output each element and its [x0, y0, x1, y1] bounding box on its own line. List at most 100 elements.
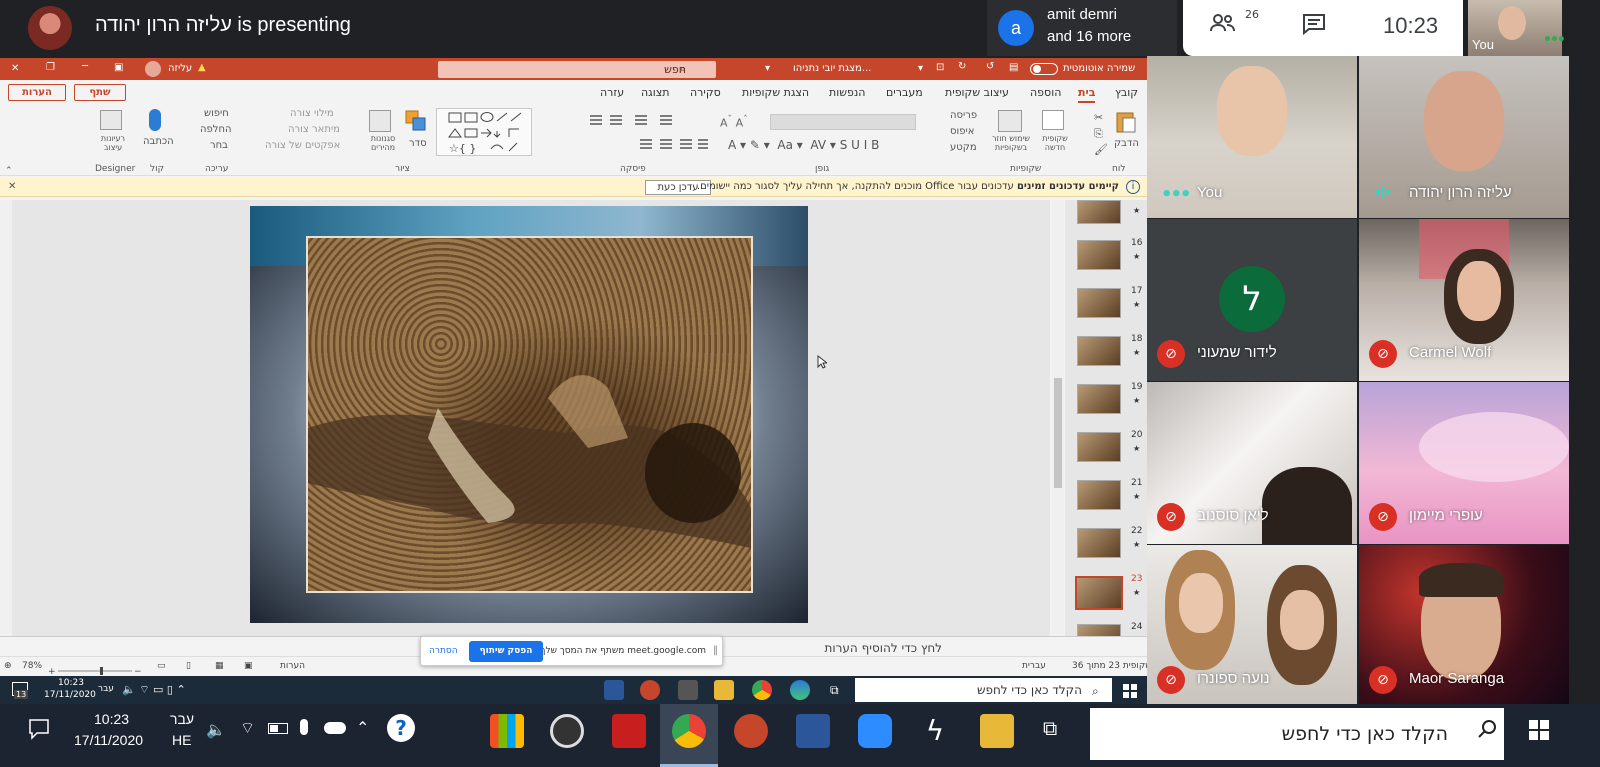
inner-word-icon[interactable]: [604, 680, 624, 700]
word-icon[interactable]: [796, 714, 830, 748]
onedrive-icon[interactable]: [324, 722, 346, 734]
notice-close-icon[interactable]: ✕: [8, 181, 16, 192]
tab-review[interactable]: סקירה: [690, 86, 721, 99]
quick-styles-icon[interactable]: [369, 110, 391, 132]
ppt-search-input[interactable]: חפש: [438, 61, 716, 78]
video-tile[interactable]: ⊘ ליאן סוסנוב: [1147, 382, 1357, 544]
action-center-icon[interactable]: [28, 718, 50, 740]
tab-design[interactable]: עיצוב שקופית: [945, 86, 1009, 99]
windows-start-icon[interactable]: [1529, 720, 1549, 740]
tab-view[interactable]: תצוגה: [641, 86, 669, 99]
current-slide[interactable]: [250, 206, 808, 623]
video-tile[interactable]: ⊘ עופרי מיימון: [1359, 382, 1569, 544]
replace-button[interactable]: החלפה: [200, 124, 232, 135]
clock-date[interactable]: 17/11/2020: [74, 732, 143, 748]
show-hidden-icons-icon[interactable]: ⌃: [356, 718, 369, 738]
slide-thumbnail[interactable]: [1077, 384, 1121, 414]
tab-help[interactable]: עזרה: [600, 86, 624, 99]
right-scrollbar[interactable]: [1052, 200, 1064, 638]
chat-icon[interactable]: [1301, 12, 1327, 42]
restore-icon[interactable]: ❐: [46, 62, 55, 73]
inner-powerpoint-icon[interactable]: [640, 680, 660, 700]
inner-lang[interactable]: עבר: [98, 684, 114, 694]
slide-thumbnail[interactable]: [1077, 240, 1121, 270]
save-icon[interactable]: ▤: [1009, 62, 1018, 73]
file-name-chevron-icon[interactable]: ▾: [765, 63, 770, 74]
wifi-icon[interactable]: ⌔: [240, 718, 255, 738]
paste-icon[interactable]: [1115, 110, 1137, 134]
close-icon[interactable]: ✕: [11, 63, 19, 74]
inner-search-box[interactable]: הקלד כאן כדי לחפש: [855, 678, 1112, 702]
video-tile[interactable]: ••• You: [1147, 56, 1357, 218]
video-tile[interactable]: ⊘ Maor Saranga: [1359, 545, 1569, 707]
layout-button[interactable]: פריסה: [950, 110, 977, 121]
inner-tray-icons[interactable]: 🔈 ⌔ ▭ ▯ ⌃: [122, 683, 186, 697]
tab-transitions[interactable]: מעברים: [886, 86, 923, 99]
microphone-icon[interactable]: [149, 109, 161, 131]
taskbar-search-box[interactable]: הקלד כאן כדי לחפש: [1090, 708, 1504, 760]
people-icon[interactable]: [1209, 12, 1237, 40]
inner-taskview-icon[interactable]: ⧉: [830, 683, 839, 698]
shape-fill-button[interactable]: מילוי צורה: [290, 108, 334, 119]
video-tile[interactable]: ⊘ Carmel Wolf: [1359, 219, 1569, 381]
slide-thumbnail[interactable]: [1077, 288, 1121, 318]
autosave-toggle[interactable]: [1030, 63, 1058, 75]
minimize-icon[interactable]: ─: [82, 61, 88, 72]
slide-thumbnail[interactable]: [1077, 336, 1121, 366]
video-tile[interactable]: ⊘ נועה ספונרו: [1147, 545, 1357, 707]
video-tile-active-speaker[interactable]: עליזה הרון יהודה: [1359, 56, 1569, 218]
clock-time[interactable]: 10:23: [94, 711, 129, 727]
tab-slideshow[interactable]: הצגת שקופיות: [742, 86, 809, 99]
task-view-icon[interactable]: ⧉: [1043, 718, 1057, 741]
font-size-buttons[interactable]: Aˇ Aˆ: [720, 114, 766, 130]
office-app-icon[interactable]: [490, 714, 524, 748]
powerpoint-icon[interactable]: [734, 714, 768, 748]
designer-ideas-icon[interactable]: [100, 110, 122, 130]
battery-icon[interactable]: [268, 723, 288, 734]
customize-qat-icon[interactable]: ▾: [918, 63, 923, 74]
notes-toggle[interactable]: הערות: [280, 661, 305, 671]
slideshow-view-icon[interactable]: ▭: [157, 661, 166, 671]
inner-explorer-icon[interactable]: [714, 680, 734, 700]
slide-sorter-icon[interactable]: ▦: [215, 661, 224, 671]
share-button[interactable]: שתף: [74, 84, 126, 101]
hide-popup-link[interactable]: הסתרה: [429, 646, 458, 656]
inner-chrome-icon[interactable]: [752, 680, 772, 700]
comments-button[interactable]: הערות: [8, 84, 66, 101]
zoom-icon[interactable]: [858, 714, 892, 748]
language-indicator-bottom[interactable]: HE: [172, 732, 191, 748]
tab-animations[interactable]: הנפשות: [829, 86, 865, 99]
app-s-icon[interactable]: ϟ: [918, 714, 952, 748]
user-avatar[interactable]: [145, 61, 161, 77]
reuse-slides-icon[interactable]: [998, 110, 1022, 132]
stop-sharing-button[interactable]: הפסק שיתוף: [469, 641, 543, 662]
warning-icon[interactable]: ▲: [198, 62, 206, 73]
shapes-gallery[interactable]: ☆{ }: [436, 108, 532, 156]
slide-photo[interactable]: [306, 236, 753, 593]
help-icon[interactable]: ?: [387, 714, 415, 742]
font-format-buttons[interactable]: A ▾ ✎ ▾ Aa ▾ AV ▾ S U I B: [728, 138, 879, 152]
normal-view-icon[interactable]: ▣: [244, 661, 253, 671]
volume-icon[interactable]: 🔈: [206, 720, 226, 740]
shape-effects-button[interactable]: אפקטים של צורה: [265, 140, 340, 151]
notes-placeholder[interactable]: לחץ כדי להוסיף הערות: [824, 641, 942, 655]
left-scrollbar[interactable]: [0, 200, 12, 638]
slide-thumbnail[interactable]: [1077, 432, 1121, 462]
slide-thumbnail-selected[interactable]: [1075, 576, 1123, 610]
media-player-icon[interactable]: [550, 714, 584, 748]
slide-thumbnail[interactable]: [1077, 200, 1121, 224]
fit-slide-icon[interactable]: ⊕: [4, 661, 12, 671]
present-icon[interactable]: ⊡: [936, 62, 944, 73]
redo-icon[interactable]: ↻: [958, 61, 966, 72]
reading-view-icon[interactable]: ▯: [186, 661, 191, 671]
find-button[interactable]: חיפוש: [204, 108, 229, 119]
undo-icon[interactable]: ↺: [986, 61, 994, 72]
ribbon-display-icon[interactable]: ▣: [114, 62, 123, 73]
section-button[interactable]: מקטע: [950, 142, 977, 153]
tab-insert[interactable]: הוספה: [1030, 86, 1061, 99]
new-slide-icon[interactable]: [1042, 110, 1064, 130]
file-explorer-icon[interactable]: [980, 714, 1014, 748]
font-name-box[interactable]: [770, 114, 916, 130]
inner-windows-icon[interactable]: [1123, 683, 1137, 698]
select-button[interactable]: בחר: [210, 140, 228, 151]
